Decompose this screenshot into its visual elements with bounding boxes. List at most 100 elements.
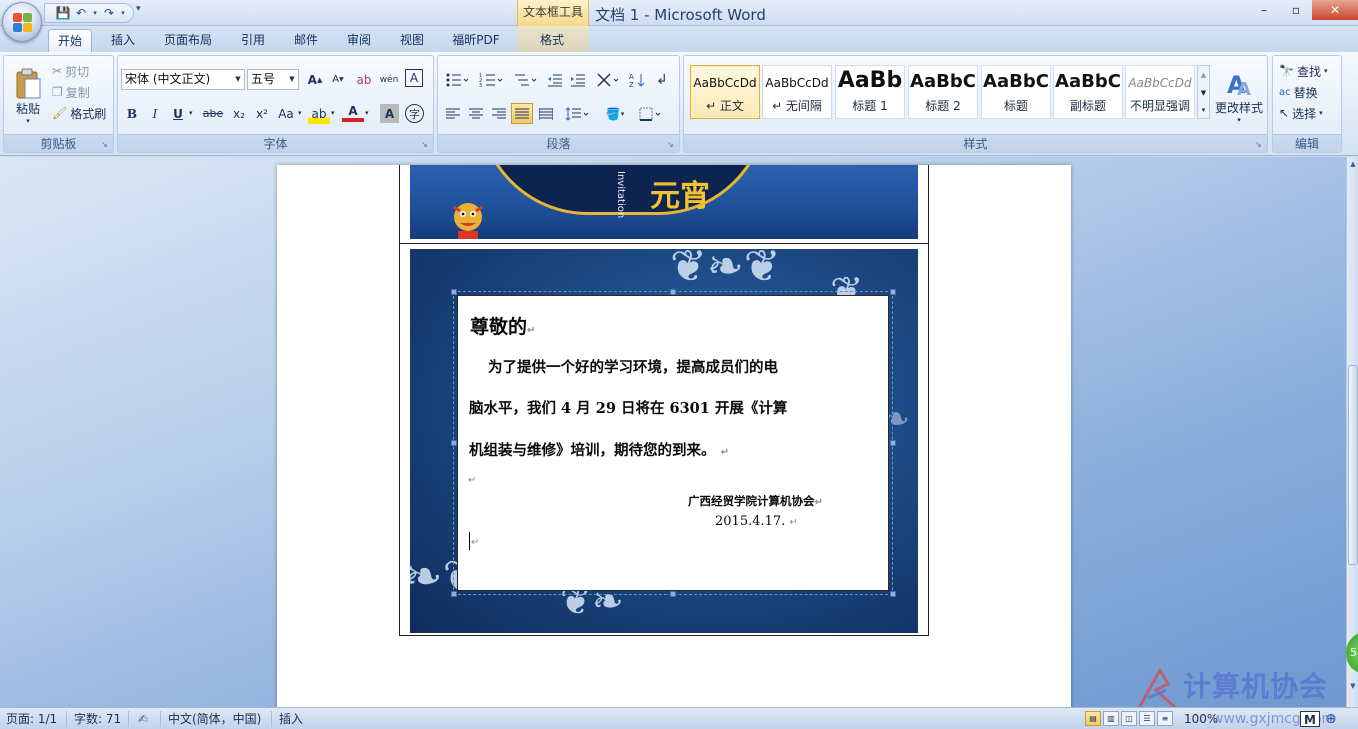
- highlight-dropdown-icon[interactable]: ▾: [331, 109, 335, 117]
- copy-button[interactable]: ❐ 复制: [52, 83, 90, 101]
- shrink-font-button[interactable]: A ▼: [327, 69, 349, 90]
- style-normal[interactable]: AaBbCcDd ↵ 正文: [690, 65, 760, 119]
- close-button[interactable]: ✕: [1312, 0, 1358, 20]
- change-case-button[interactable]: Aa: [275, 103, 297, 124]
- draft-view-icon[interactable]: ≡: [1157, 711, 1173, 726]
- font-name-combo[interactable]: 宋体 (中文正文) ▼: [121, 69, 245, 90]
- styles-down-icon[interactable]: ▼: [1198, 84, 1209, 102]
- tab-foxit-pdf[interactable]: 福昕PDF: [444, 29, 508, 52]
- bold-button[interactable]: B: [121, 103, 143, 124]
- italic-button[interactable]: I: [144, 103, 166, 124]
- invitation-textbox[interactable]: 尊敬的↵ 为了提供一个好的学习环境，提高成员们的电 脑水平，我们 4 月 29 …: [457, 295, 889, 591]
- grow-font-button[interactable]: A ▲: [304, 69, 326, 90]
- undo-dropdown-icon[interactable]: ▾: [91, 5, 99, 21]
- superscript-button[interactable]: x²: [251, 103, 273, 124]
- enclose-characters-button[interactable]: 字: [405, 104, 424, 123]
- borders-button[interactable]: [636, 103, 666, 124]
- tab-page-layout[interactable]: 页面布局: [157, 29, 219, 52]
- style-heading-1[interactable]: AaBb 标题 1: [835, 65, 905, 119]
- redo-dropdown-icon[interactable]: ▾: [119, 5, 127, 21]
- insert-mode-indicator[interactable]: 插入: [279, 711, 303, 727]
- font-launcher-icon[interactable]: ↘: [421, 140, 430, 149]
- sort-button[interactable]: AZ: [626, 69, 648, 90]
- style-no-spacing[interactable]: AaBbCcDd ↵ 无间隔: [762, 65, 832, 119]
- print-layout-view-icon[interactable]: ▤: [1085, 711, 1101, 726]
- minimize-button[interactable]: –: [1248, 0, 1280, 20]
- style-title[interactable]: AaBbC 标题: [981, 65, 1051, 119]
- redo-icon[interactable]: ↷: [101, 5, 117, 21]
- character-border-button[interactable]: A: [405, 69, 423, 87]
- styles-launcher-icon[interactable]: ↘: [1255, 140, 1264, 149]
- tab-mailings[interactable]: 邮件: [286, 29, 326, 52]
- styles-up-icon[interactable]: ▲: [1198, 66, 1209, 84]
- justify-button[interactable]: [511, 103, 533, 124]
- distribute-button[interactable]: [535, 103, 557, 124]
- paragraph-launcher-icon[interactable]: ↘: [667, 140, 676, 149]
- underline-button[interactable]: U: [167, 103, 189, 124]
- tab-references[interactable]: 引用: [233, 29, 273, 52]
- underline-dropdown-icon[interactable]: ▾: [189, 109, 193, 117]
- increase-indent-button[interactable]: [567, 69, 589, 90]
- font-name-dropdown-icon[interactable]: ▼: [232, 70, 244, 89]
- scroll-down-icon[interactable]: ▼: [1347, 679, 1358, 693]
- document-page[interactable]: Invitation 元宵 ❦❧❦ ❦ ❧❦ ❦❧ ❧ 尊敬的↵ 为了提供一个好…: [277, 165, 1071, 707]
- clear-formatting-button[interactable]: ab: [353, 69, 375, 90]
- font-color-button[interactable]: A: [342, 103, 364, 122]
- align-right-button[interactable]: [488, 103, 510, 124]
- scroll-thumb[interactable]: [1348, 365, 1358, 565]
- show-marks-button[interactable]: ↲: [651, 69, 673, 90]
- line-spacing-button[interactable]: [562, 103, 592, 124]
- font-size-combo[interactable]: 五号 ▼: [247, 69, 299, 90]
- numbering-button[interactable]: 123: [476, 69, 506, 90]
- decrease-indent-button[interactable]: [544, 69, 566, 90]
- zoom-in-icon[interactable]: ⊕: [1325, 711, 1337, 727]
- cut-button[interactable]: ✂ 剪切: [52, 62, 89, 80]
- bullets-button[interactable]: [442, 69, 472, 90]
- change-case-dropdown-icon[interactable]: ▾: [298, 109, 302, 117]
- align-center-button[interactable]: [465, 103, 487, 124]
- save-icon[interactable]: 💾: [55, 5, 71, 21]
- tab-insert[interactable]: 插入: [103, 29, 143, 52]
- resize-handle[interactable]: [890, 591, 896, 597]
- replace-button[interactable]: ac 替换: [1279, 83, 1318, 101]
- language-indicator[interactable]: 中文(简体，中国): [168, 711, 261, 727]
- align-left-button[interactable]: [442, 103, 464, 124]
- multilevel-list-button[interactable]: [510, 69, 540, 90]
- tab-view[interactable]: 视图: [392, 29, 432, 52]
- format-painter-button[interactable]: 🖌 格式刷: [52, 104, 106, 122]
- vertical-scrollbar[interactable]: ▲ ▼: [1346, 157, 1358, 707]
- styles-more-icon[interactable]: ▾: [1198, 102, 1209, 118]
- tab-format[interactable]: 格式: [532, 29, 572, 52]
- restore-button[interactable]: ▫: [1280, 0, 1312, 20]
- web-layout-icon[interactable]: ◫: [1121, 711, 1137, 726]
- word-count[interactable]: 字数: 71: [74, 711, 121, 727]
- select-button[interactable]: ↖ 选择 ▾: [1279, 104, 1323, 122]
- resize-handle[interactable]: [890, 289, 896, 295]
- banner-image[interactable]: Invitation 元宵: [410, 165, 918, 239]
- outline-view-icon[interactable]: ☰: [1139, 711, 1155, 726]
- customize-qat-icon[interactable]: ▾: [136, 4, 141, 14]
- clipboard-launcher-icon[interactable]: ↘: [101, 140, 110, 149]
- highlight-button[interactable]: ab: [308, 103, 330, 124]
- office-button[interactable]: [2, 2, 42, 42]
- resize-handle[interactable]: [451, 591, 457, 597]
- page-count[interactable]: 页面: 1/1: [6, 711, 57, 727]
- undo-icon[interactable]: ↶: [73, 5, 89, 21]
- resize-handle[interactable]: [670, 591, 676, 597]
- subscript-button[interactable]: x₂: [228, 103, 250, 124]
- full-screen-reading-icon[interactable]: ▥: [1103, 711, 1119, 726]
- font-size-dropdown-icon[interactable]: ▼: [286, 70, 298, 89]
- paste-button[interactable]: 粘贴 ▾: [8, 60, 48, 132]
- find-button[interactable]: 🔭 查找 ▾: [1279, 62, 1327, 80]
- scroll-up-icon[interactable]: ▲: [1347, 157, 1358, 171]
- proofing-icon[interactable]: ✍: [138, 711, 148, 727]
- style-heading-2[interactable]: AaBbC 标题 2: [908, 65, 978, 119]
- style-subtle-emphasis[interactable]: AaBbCcDd 不明显强调: [1125, 65, 1195, 119]
- style-subtitle[interactable]: AaBbC 副标题: [1053, 65, 1123, 119]
- tab-home[interactable]: 开始: [48, 29, 92, 52]
- phonetic-guide-button[interactable]: wén: [378, 69, 400, 90]
- chinese-layout-button[interactable]: [593, 69, 623, 90]
- tab-review[interactable]: 审阅: [339, 29, 379, 52]
- invitation-background-image[interactable]: ❦❧❦ ❦ ❧❦ ❦❧ ❧ 尊敬的↵ 为了提供一个好的学习环境，提高成员们的电 …: [410, 249, 918, 633]
- change-styles-button[interactable]: A A 更改样式 ▾: [1212, 60, 1266, 132]
